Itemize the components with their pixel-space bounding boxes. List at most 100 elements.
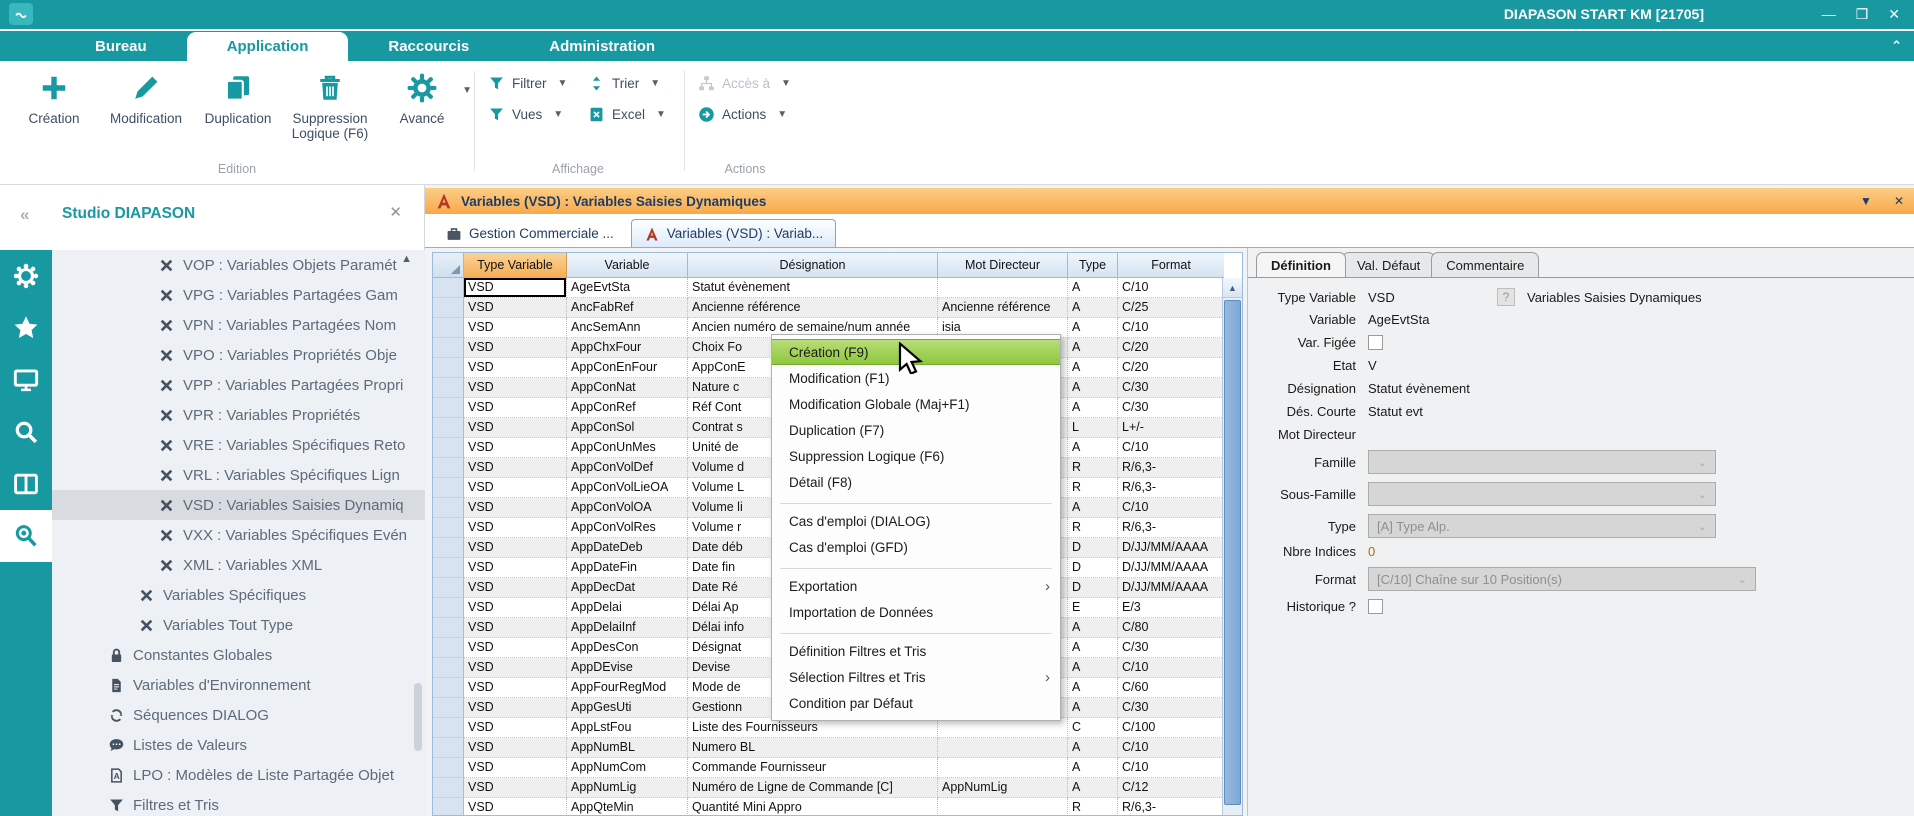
row-selector-cell[interactable] — [433, 478, 464, 498]
cell-mot-directeur[interactable] — [938, 278, 1068, 298]
cell-type[interactable]: R — [1068, 798, 1118, 816]
cell-designation[interactable]: Numéro de Ligne de Commande [C] — [688, 778, 938, 798]
cell-type-variable[interactable]: VSD — [464, 758, 567, 778]
cell-type-variable[interactable]: VSD — [464, 538, 567, 558]
column-header-type[interactable]: Type — [1068, 253, 1118, 278]
row-selector-cell[interactable] — [433, 518, 464, 538]
cell-type-variable[interactable]: VSD — [464, 478, 567, 498]
column-header-type-variable[interactable]: Type Variable — [464, 253, 567, 278]
cell-type-variable[interactable]: VSD — [464, 458, 567, 478]
table-row[interactable]: VSD AppNumCom Commande Fournisseur A C/1… — [433, 758, 1242, 778]
tree-item[interactable]: VPO : Variables Propriétés Obje — [52, 340, 425, 370]
cell-type-variable[interactable]: VSD — [464, 738, 567, 758]
row-selector-cell[interactable] — [433, 738, 464, 758]
cell-type[interactable]: R — [1068, 518, 1118, 538]
detail-tab[interactable]: Définition — [1256, 252, 1346, 277]
cell-format[interactable]: C/30 — [1118, 638, 1224, 658]
cell-type-variable[interactable]: VSD — [464, 598, 567, 618]
row-selector-cell[interactable] — [433, 318, 464, 338]
cell-format[interactable]: C/10 — [1118, 278, 1224, 298]
cell-variable[interactable]: AppLstFou — [567, 718, 688, 738]
type-select[interactable]: [A] Type Alp.⌄ — [1368, 514, 1716, 538]
cell-format[interactable]: C/20 — [1118, 338, 1224, 358]
ribbon-button[interactable]: Suppression Logique (F6) ▼ — [284, 67, 376, 141]
select-all-cell[interactable] — [433, 253, 464, 278]
rail-item[interactable] — [0, 354, 52, 406]
cell-format[interactable]: C/60 — [1118, 678, 1224, 698]
cell-type[interactable]: A — [1068, 698, 1118, 718]
cell-mot-directeur[interactable] — [938, 738, 1068, 758]
menu-tab[interactable]: Bureau — [55, 32, 187, 61]
cell-type[interactable]: C — [1068, 718, 1118, 738]
context-menu-item[interactable]: Importation de Données › — [772, 599, 1060, 625]
cell-variable[interactable]: AppConVolLieOA — [567, 478, 688, 498]
cell-format[interactable]: C/30 — [1118, 378, 1224, 398]
cell-type-variable[interactable]: VSD — [464, 298, 567, 318]
row-selector-cell[interactable] — [433, 378, 464, 398]
cell-type[interactable]: A — [1068, 438, 1118, 458]
scroll-up-icon[interactable]: ▲ — [1223, 278, 1242, 298]
cell-type-variable[interactable]: VSD — [464, 718, 567, 738]
cell-variable[interactable]: AppConVolOA — [567, 498, 688, 518]
cell-format[interactable]: C/30 — [1118, 698, 1224, 718]
ribbon-button[interactable]: Duplication ▼ — [192, 67, 284, 126]
cell-type-variable[interactable]: VSD — [464, 518, 567, 538]
column-header-mot-directeur[interactable]: Mot Directeur — [938, 253, 1068, 278]
row-selector-cell[interactable] — [433, 798, 464, 816]
tree-item[interactable]: VOP : Variables Objets Paramét — [52, 250, 425, 280]
tree-item[interactable]: VPN : Variables Partagées Nom — [52, 310, 425, 340]
cell-type[interactable]: A — [1068, 758, 1118, 778]
historique-checkbox[interactable] — [1368, 599, 1383, 614]
cell-type-variable[interactable]: VSD — [464, 318, 567, 338]
tree-item[interactable]: VRL : Variables Spécifiques Lign — [52, 460, 425, 490]
tree-item[interactable]: Séquences DIALOG — [52, 700, 425, 730]
cell-type-variable[interactable]: VSD — [464, 278, 567, 298]
row-selector-cell[interactable] — [433, 638, 464, 658]
document-tab[interactable]: Gestion Commerciale ... — [433, 219, 627, 247]
chevron-down-icon[interactable]: ▼ — [650, 78, 660, 89]
context-menu-item[interactable]: Cas d'emploi (GFD) › — [772, 534, 1060, 560]
cell-type[interactable]: A — [1068, 738, 1118, 758]
row-selector-cell[interactable] — [433, 758, 464, 778]
ribbon-button[interactable]: Actions ▼ — [698, 106, 791, 123]
chevron-down-icon[interactable]: ▼ — [558, 78, 568, 89]
cell-mot-directeur[interactable] — [938, 758, 1068, 778]
table-scrollbar-thumb[interactable] — [1224, 300, 1241, 805]
famille-select[interactable]: ⌄ — [1368, 450, 1716, 474]
context-menu-item[interactable]: Modification Globale (Maj+F1) › — [772, 391, 1060, 417]
row-selector-cell[interactable] — [433, 658, 464, 678]
table-scrollbar[interactable]: ▲ — [1222, 278, 1242, 816]
cell-format[interactable]: C/10 — [1118, 498, 1224, 518]
cell-type[interactable]: A — [1068, 298, 1118, 318]
cell-format[interactable]: C/10 — [1118, 658, 1224, 678]
row-selector-cell[interactable] — [433, 578, 464, 598]
cell-type[interactable]: A — [1068, 338, 1118, 358]
cell-format[interactable]: C/10 — [1118, 318, 1224, 338]
cell-format[interactable]: C/12 — [1118, 778, 1224, 798]
cell-mot-directeur[interactable] — [938, 718, 1068, 738]
cell-type-variable[interactable]: VSD — [464, 558, 567, 578]
cell-type[interactable]: E — [1068, 598, 1118, 618]
context-menu-item[interactable]: Duplication (F7) › — [772, 417, 1060, 443]
cell-type[interactable]: R — [1068, 478, 1118, 498]
tree-item[interactable]: XML : Variables XML — [52, 550, 425, 580]
rail-item[interactable] — [0, 250, 52, 302]
cell-type-variable[interactable]: VSD — [464, 778, 567, 798]
cell-type[interactable]: L — [1068, 418, 1118, 438]
dropdown-icon[interactable]: ▼ — [1860, 194, 1872, 208]
cell-variable[interactable]: AppConUnMes — [567, 438, 688, 458]
cell-type-variable[interactable]: VSD — [464, 418, 567, 438]
table-row[interactable]: VSD AncFabRef Ancienne référence Ancienn… — [433, 298, 1242, 318]
cell-mot-directeur[interactable]: AppNumLig — [938, 778, 1068, 798]
chevron-down-icon[interactable]: ▼ — [462, 85, 472, 96]
cell-mot-directeur[interactable] — [938, 798, 1068, 816]
tree-item[interactable]: VRE : Variables Spécifiques Reto — [52, 430, 425, 460]
tree-item[interactable]: Filtres et Tris — [52, 790, 425, 816]
cell-designation[interactable]: Liste des Fournisseurs — [688, 718, 938, 738]
cell-type[interactable]: A — [1068, 498, 1118, 518]
row-selector-cell[interactable] — [433, 398, 464, 418]
cell-variable[interactable]: AppQteMin — [567, 798, 688, 816]
cell-type[interactable]: A — [1068, 678, 1118, 698]
row-selector-cell[interactable] — [433, 298, 464, 318]
cell-type-variable[interactable]: VSD — [464, 678, 567, 698]
